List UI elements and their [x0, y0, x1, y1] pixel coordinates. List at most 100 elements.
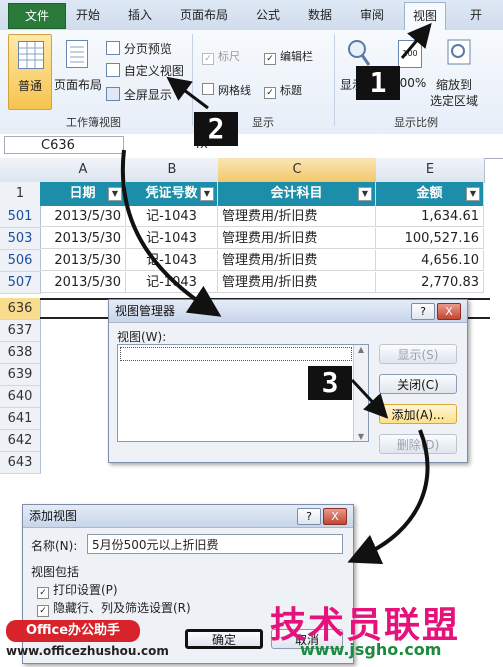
dialog-title: 视图管理器	[115, 304, 176, 318]
account-cell[interactable]: 管理费用/折旧费	[218, 250, 376, 271]
normal-view-button[interactable]: 普通	[8, 34, 52, 110]
voucher-cell[interactable]: 记-1043	[126, 272, 218, 293]
row-header[interactable]: 642	[0, 430, 41, 452]
row-header[interactable]: 507	[0, 272, 41, 294]
table-header-account: 会计科目 ▼	[218, 182, 376, 206]
tab-data[interactable]: 数据	[308, 6, 332, 23]
voucher-cell[interactable]: 记-1043	[126, 228, 218, 249]
column-header-c[interactable]: C	[218, 158, 377, 183]
account-cell[interactable]: 管理费用/折旧费	[218, 206, 376, 227]
select-all-corner[interactable]	[0, 158, 41, 183]
callout-2: 2	[194, 112, 238, 146]
account-cell[interactable]: 管理费用/折旧费	[218, 228, 376, 249]
normal-view-icon	[18, 41, 44, 69]
tab-file[interactable]: 文件	[8, 3, 66, 29]
row-header[interactable]: 640	[0, 386, 41, 408]
dialog-title: 添加视图	[29, 509, 78, 523]
filter-icon[interactable]: ▼	[466, 187, 480, 201]
show-button[interactable]: 显示(S)	[379, 344, 457, 364]
close-button[interactable]: X	[437, 303, 461, 320]
check-icon: ✓	[37, 605, 49, 617]
full-screen-button[interactable]: 全屏显示	[106, 86, 172, 103]
list-item-focus	[120, 347, 352, 361]
amount-cell[interactable]: 4,656.10	[376, 250, 484, 271]
close-dialog-button[interactable]: 关闭(C)	[379, 374, 457, 394]
check-icon: ✓	[37, 587, 49, 599]
filter-icon[interactable]: ▼	[200, 187, 214, 201]
voucher-cell[interactable]: 记-1043	[126, 206, 218, 227]
column-header-a[interactable]: A	[40, 158, 127, 183]
workbook-views-group-label: 工作簿视图	[66, 116, 121, 129]
column-header-b[interactable]: B	[126, 158, 219, 183]
date-cell[interactable]: 2013/5/30	[40, 206, 126, 227]
date-cell[interactable]: 2013/5/30	[40, 272, 126, 293]
filter-icon[interactable]: ▼	[358, 187, 372, 201]
amount-cell[interactable]: 100,527.16	[376, 228, 484, 249]
magnifier-icon	[348, 40, 371, 66]
view-name-input[interactable]: 5月份500元以上折旧费	[87, 534, 343, 554]
dialog-title-bar: 视图管理器 ? X	[109, 300, 467, 323]
row-header[interactable]: 506	[0, 250, 41, 272]
tab-review[interactable]: 审阅	[360, 6, 384, 23]
tab-page-layout[interactable]: 页面布局	[180, 6, 228, 23]
page-layout-icon	[66, 40, 88, 68]
gridlines-checkbox[interactable]: 网格线	[202, 82, 251, 98]
row-header[interactable]: 1	[0, 182, 41, 207]
formula-bar-checkbox[interactable]: ✓ 编辑栏	[264, 48, 313, 65]
callout-1: 1	[356, 66, 400, 100]
close-button[interactable]: X	[323, 508, 347, 525]
ok-button[interactable]: 确定	[185, 629, 263, 649]
print-settings-checkbox[interactable]: ✓ 打印设置(P)	[37, 581, 118, 599]
headings-checkbox[interactable]: ✓ 标题	[264, 82, 302, 99]
name-box[interactable]: C636	[4, 136, 124, 154]
zoom-to-selection-button[interactable]: 缩放到 选定区域	[430, 34, 490, 108]
row-header[interactable]: 501	[0, 206, 41, 228]
amount-cell[interactable]: 1,634.61	[376, 206, 484, 227]
custom-views-icon	[106, 63, 120, 77]
row-header[interactable]: 503	[0, 228, 41, 250]
zoom-100-icon: 100	[398, 40, 422, 68]
page-layout-view-button[interactable]: 页面布局	[52, 34, 102, 108]
ruler-check-icon: ✓	[202, 53, 214, 65]
account-cell[interactable]: 管理费用/折旧费	[218, 272, 376, 293]
date-cell[interactable]: 2013/5/30	[40, 228, 126, 249]
tab-home[interactable]: 开始	[76, 6, 100, 23]
delete-button[interactable]: 删除(D)	[379, 434, 457, 454]
office-logo: Office办公助手	[6, 620, 140, 642]
column-header-e[interactable]: E	[376, 158, 485, 183]
tab-formulas[interactable]: 公式	[256, 6, 280, 23]
tab-developer[interactable]: 开	[470, 6, 482, 23]
callout-3: 3	[308, 366, 352, 400]
page-break-preview-button[interactable]: 分页预览	[106, 40, 172, 57]
formula-bar-check-icon: ✓	[264, 53, 276, 65]
scroll-up-icon[interactable]: ▲	[354, 345, 368, 354]
filter-icon[interactable]: ▼	[108, 187, 122, 201]
row-header[interactable]: 638	[0, 342, 41, 364]
name-label: 名称(N):	[31, 539, 78, 553]
add-view-button[interactable]: 添加(A)...	[379, 404, 457, 424]
row-header[interactable]: 641	[0, 408, 41, 430]
zoom-group-label: 显示比例	[394, 116, 438, 129]
full-screen-icon	[106, 87, 120, 101]
ribbon: 普通 页面布局 分页预览 自定义视图 全屏显示 工作簿视图 ✓ 标尺 ✓ 编辑栏 网…	[0, 30, 503, 135]
ruler-checkbox[interactable]: ✓ 标尺	[202, 48, 240, 65]
zoom-selection-label-2: 选定区域	[430, 94, 479, 108]
tab-insert[interactable]: 插入	[128, 6, 152, 23]
amount-cell[interactable]: 2,770.83	[376, 272, 484, 293]
custom-views-button[interactable]: 自定义视图	[106, 62, 184, 79]
list-scrollbar[interactable]: ▲ ▼	[353, 345, 368, 441]
help-button[interactable]: ?	[411, 303, 435, 320]
row-header[interactable]: 639	[0, 364, 41, 386]
office-url: www.officezhushou.com	[6, 644, 169, 658]
page-break-icon	[106, 41, 120, 55]
tab-view[interactable]: 视图	[404, 2, 447, 31]
hidden-rows-checkbox[interactable]: ✓ 隐藏行、列及筛选设置(R)	[37, 599, 191, 617]
row-header[interactable]: 637	[0, 320, 41, 342]
ribbon-separator	[334, 34, 335, 126]
help-button[interactable]: ?	[297, 508, 321, 525]
row-header[interactable]: 636	[0, 298, 41, 320]
date-cell[interactable]: 2013/5/30	[40, 250, 126, 271]
row-header[interactable]: 643	[0, 452, 41, 474]
scroll-down-icon[interactable]: ▼	[354, 432, 368, 441]
voucher-cell[interactable]: 记-1043	[126, 250, 218, 271]
